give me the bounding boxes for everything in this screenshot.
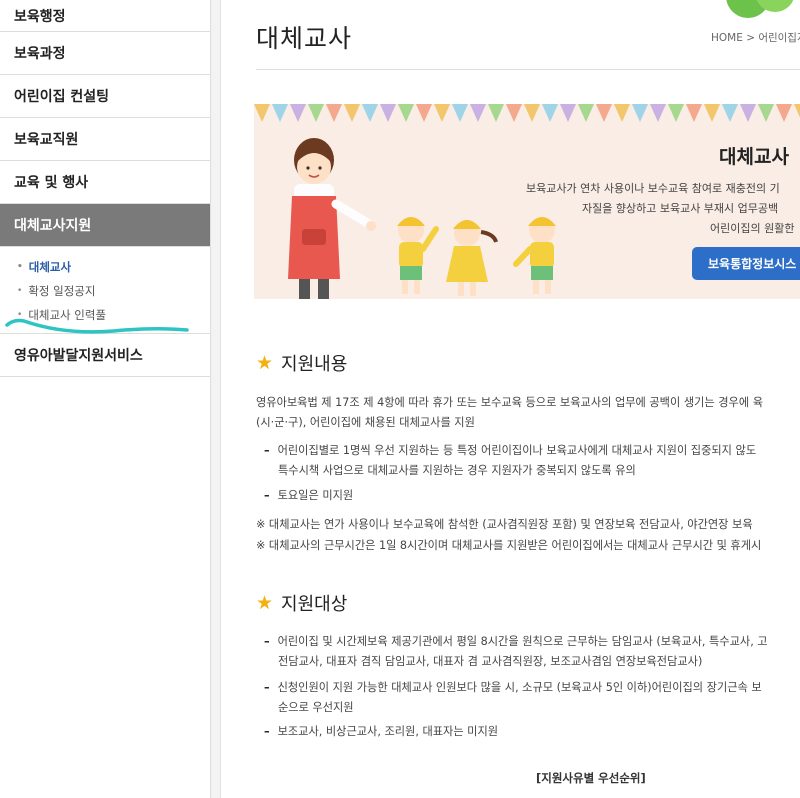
section-heading-support-content: ★ 지원내용 bbox=[256, 350, 347, 376]
sidebar-item-substitute-support[interactable]: 대체교사지원 bbox=[0, 204, 210, 247]
star-icon: ★ bbox=[256, 352, 274, 374]
dash-icon: – bbox=[264, 681, 270, 694]
list-item: – 토요일은 미지원 bbox=[264, 489, 354, 502]
submenu-item-schedule-notice[interactable]: • 확정 일정공지 bbox=[0, 279, 210, 303]
logo-icon bbox=[726, 0, 794, 18]
dash-icon: – bbox=[264, 489, 270, 502]
sidebar-item-label: 보육행정 bbox=[14, 8, 66, 25]
sidebar-item-childcare-admin[interactable]: 보육행정 bbox=[0, 0, 210, 32]
sidebar-item-label: 영유아발달지원서비스 bbox=[14, 348, 143, 364]
intro-text: (시·군·구), 어린이집에 채용된 대체교사를 지원 bbox=[256, 416, 475, 429]
childcare-system-button[interactable]: 보육통합정보시스 bbox=[692, 247, 800, 280]
sidebar: 보육행정 보육과정 어린이집 컨설팅 보육교직원 교육 및 행사 대체교사지원 … bbox=[0, 0, 211, 798]
section-heading-support-target: ★ 지원대상 bbox=[256, 590, 347, 616]
submenu-item-label: 확정 일정공지 bbox=[28, 284, 96, 298]
list-item-continuation: 특수시책 사업으로 대체교사를 지원하는 경우 지원자가 중복되지 않도록 유의 bbox=[278, 464, 636, 477]
section-heading-text: 지원대상 bbox=[281, 594, 348, 615]
dash-icon: – bbox=[264, 635, 270, 648]
page-title: 대체교사 bbox=[256, 24, 353, 53]
table-caption: [지원사유별 우선순위] bbox=[536, 771, 646, 785]
bullet-icon: • bbox=[17, 262, 23, 272]
banner-text: 자질을 향상하고 보육교사 부재시 업무공백 bbox=[582, 202, 779, 215]
bullet-icon: • bbox=[17, 286, 23, 296]
list-item-continuation: 순으로 우선지원 bbox=[278, 701, 354, 714]
list-item: – 어린이집별로 1명씩 우선 지원하는 등 특정 어린이집이나 보육교사에게 대… bbox=[264, 444, 757, 457]
submenu-item-substitute-teacher[interactable]: • 대체교사 bbox=[0, 255, 210, 279]
breadcrumb[interactable]: HOME > 어린이집지 bbox=[711, 30, 800, 45]
list-item: – 어린이집 및 시간제보육 제공기관에서 평일 8시간을 원칙으로 근무하는 담… bbox=[264, 635, 768, 648]
sidebar-item-staff[interactable]: 보육교직원 bbox=[0, 118, 210, 161]
dash-icon: – bbox=[264, 725, 270, 738]
divider bbox=[256, 69, 800, 70]
banner-title: 대체교사 bbox=[719, 146, 789, 168]
main-content: 대체교사 HOME > 어린이집지 대체교사 보육교사가 연차 사용이나 보수교… bbox=[221, 0, 800, 798]
highlight-annotation bbox=[5, 318, 189, 334]
list-item-continuation: 전담교사, 대표자 겸직 담임교사, 대표자 겸 교사겸직원장, 보조교사겸임 … bbox=[278, 655, 703, 668]
sidebar-item-label: 대체교사지원 bbox=[14, 218, 92, 234]
sidebar-item-consulting[interactable]: 어린이집 컨설팅 bbox=[0, 75, 210, 118]
star-icon: ★ bbox=[256, 592, 274, 614]
sidebar-item-label: 보육교직원 bbox=[14, 132, 79, 148]
banner-text: 어린이집의 원활한 bbox=[710, 222, 795, 235]
sidebar-item-label: 어린이집 컨설팅 bbox=[14, 89, 110, 105]
dash-icon: – bbox=[264, 444, 270, 457]
hero-banner: 대체교사 보육교사가 연차 사용이나 보수교육 참여로 재충전의 기 자질을 향… bbox=[254, 104, 800, 299]
scrollbar[interactable] bbox=[211, 0, 221, 798]
section-heading-text: 지원내용 bbox=[281, 354, 348, 375]
banner-text: 보육교사가 연차 사용이나 보수교육 참여로 재충전의 기 bbox=[526, 182, 780, 195]
note-text: ※ 대체교사는 연가 사용이나 보수교육에 참석한 (교사겸직원장 포함) 및 … bbox=[256, 518, 753, 531]
sidebar-item-education-events[interactable]: 교육 및 행사 bbox=[0, 161, 210, 204]
note-text: ※ 대체교사의 근무시간은 1일 8시간이며 대체교사를 지원받은 어린이집에서… bbox=[256, 539, 762, 552]
sidebar-item-label: 교육 및 행사 bbox=[14, 175, 89, 191]
sidebar-item-label: 보육과정 bbox=[14, 46, 66, 62]
submenu-item-label: 대체교사 bbox=[28, 260, 72, 274]
list-item: – 신청인원이 지원 가능한 대체교사 인원보다 많을 시, 소규모 (보육교사 … bbox=[264, 681, 762, 694]
sidebar-item-childcare-course[interactable]: 보육과정 bbox=[0, 32, 210, 75]
list-item: – 보조교사, 비상근교사, 조리원, 대표자는 미지원 bbox=[264, 725, 499, 738]
intro-text: 영유아보육법 제 17조 제 4항에 따라 휴가 또는 보수교육 등으로 보육교… bbox=[256, 396, 763, 409]
